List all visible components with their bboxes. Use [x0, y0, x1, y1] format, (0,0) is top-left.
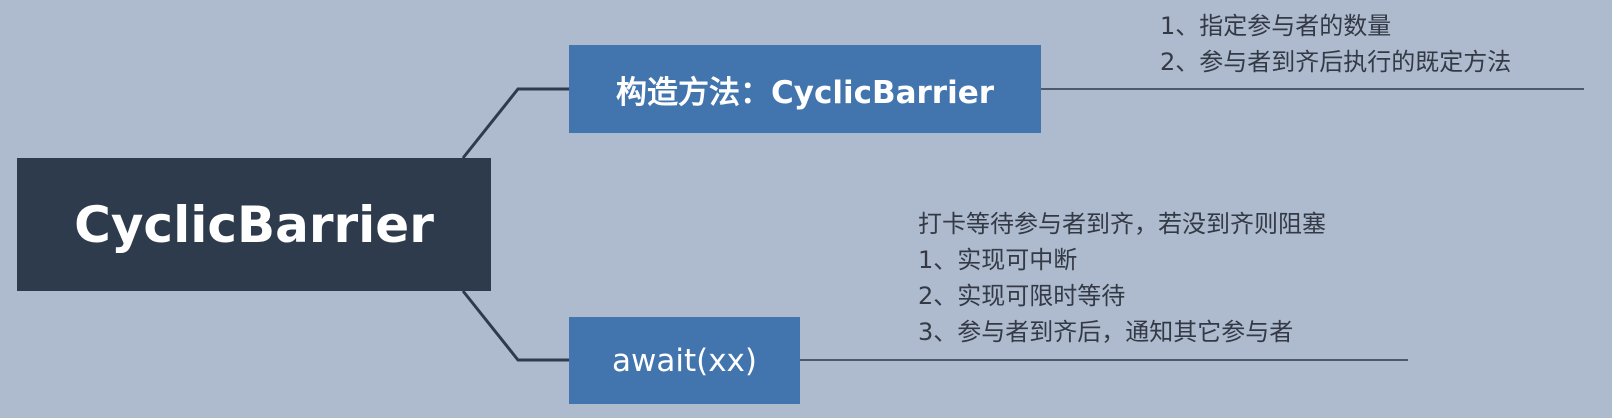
root-node[interactable]: CyclicBarrier — [17, 158, 491, 291]
constructor-note-line: 1、指定参与者的数量 — [1160, 12, 1392, 40]
connector-root-to-constructor — [461, 87, 569, 159]
root-node-label: CyclicBarrier — [74, 195, 434, 254]
constructor-note: 1、指定参与者的数量 2、参与者到齐后执行的既定方法 — [1160, 8, 1511, 80]
branch-node-constructor-label: 构造方法：CyclicBarrier — [615, 74, 995, 111]
await-note-line: 3、参与者到齐后，通知其它参与者 — [918, 318, 1294, 346]
await-note-line: 2、实现可限时等待 — [918, 282, 1126, 310]
branch-node-await-label: await(xx) — [612, 342, 757, 379]
branch-node-await[interactable]: await(xx) — [569, 317, 800, 404]
await-note-line: 打卡等待参与者到齐，若没到齐则阻塞 — [918, 210, 1326, 238]
constructor-note-line: 2、参与者到齐后执行的既定方法 — [1160, 48, 1512, 76]
await-note-line: 1、实现可中断 — [918, 246, 1078, 274]
branch-node-constructor[interactable]: 构造方法：CyclicBarrier — [569, 45, 1041, 133]
await-note: 打卡等待参与者到齐，若没到齐则阻塞 1、实现可中断 2、实现可限时等待 3、参与… — [918, 206, 1326, 350]
connector-root-to-await — [461, 290, 569, 362]
